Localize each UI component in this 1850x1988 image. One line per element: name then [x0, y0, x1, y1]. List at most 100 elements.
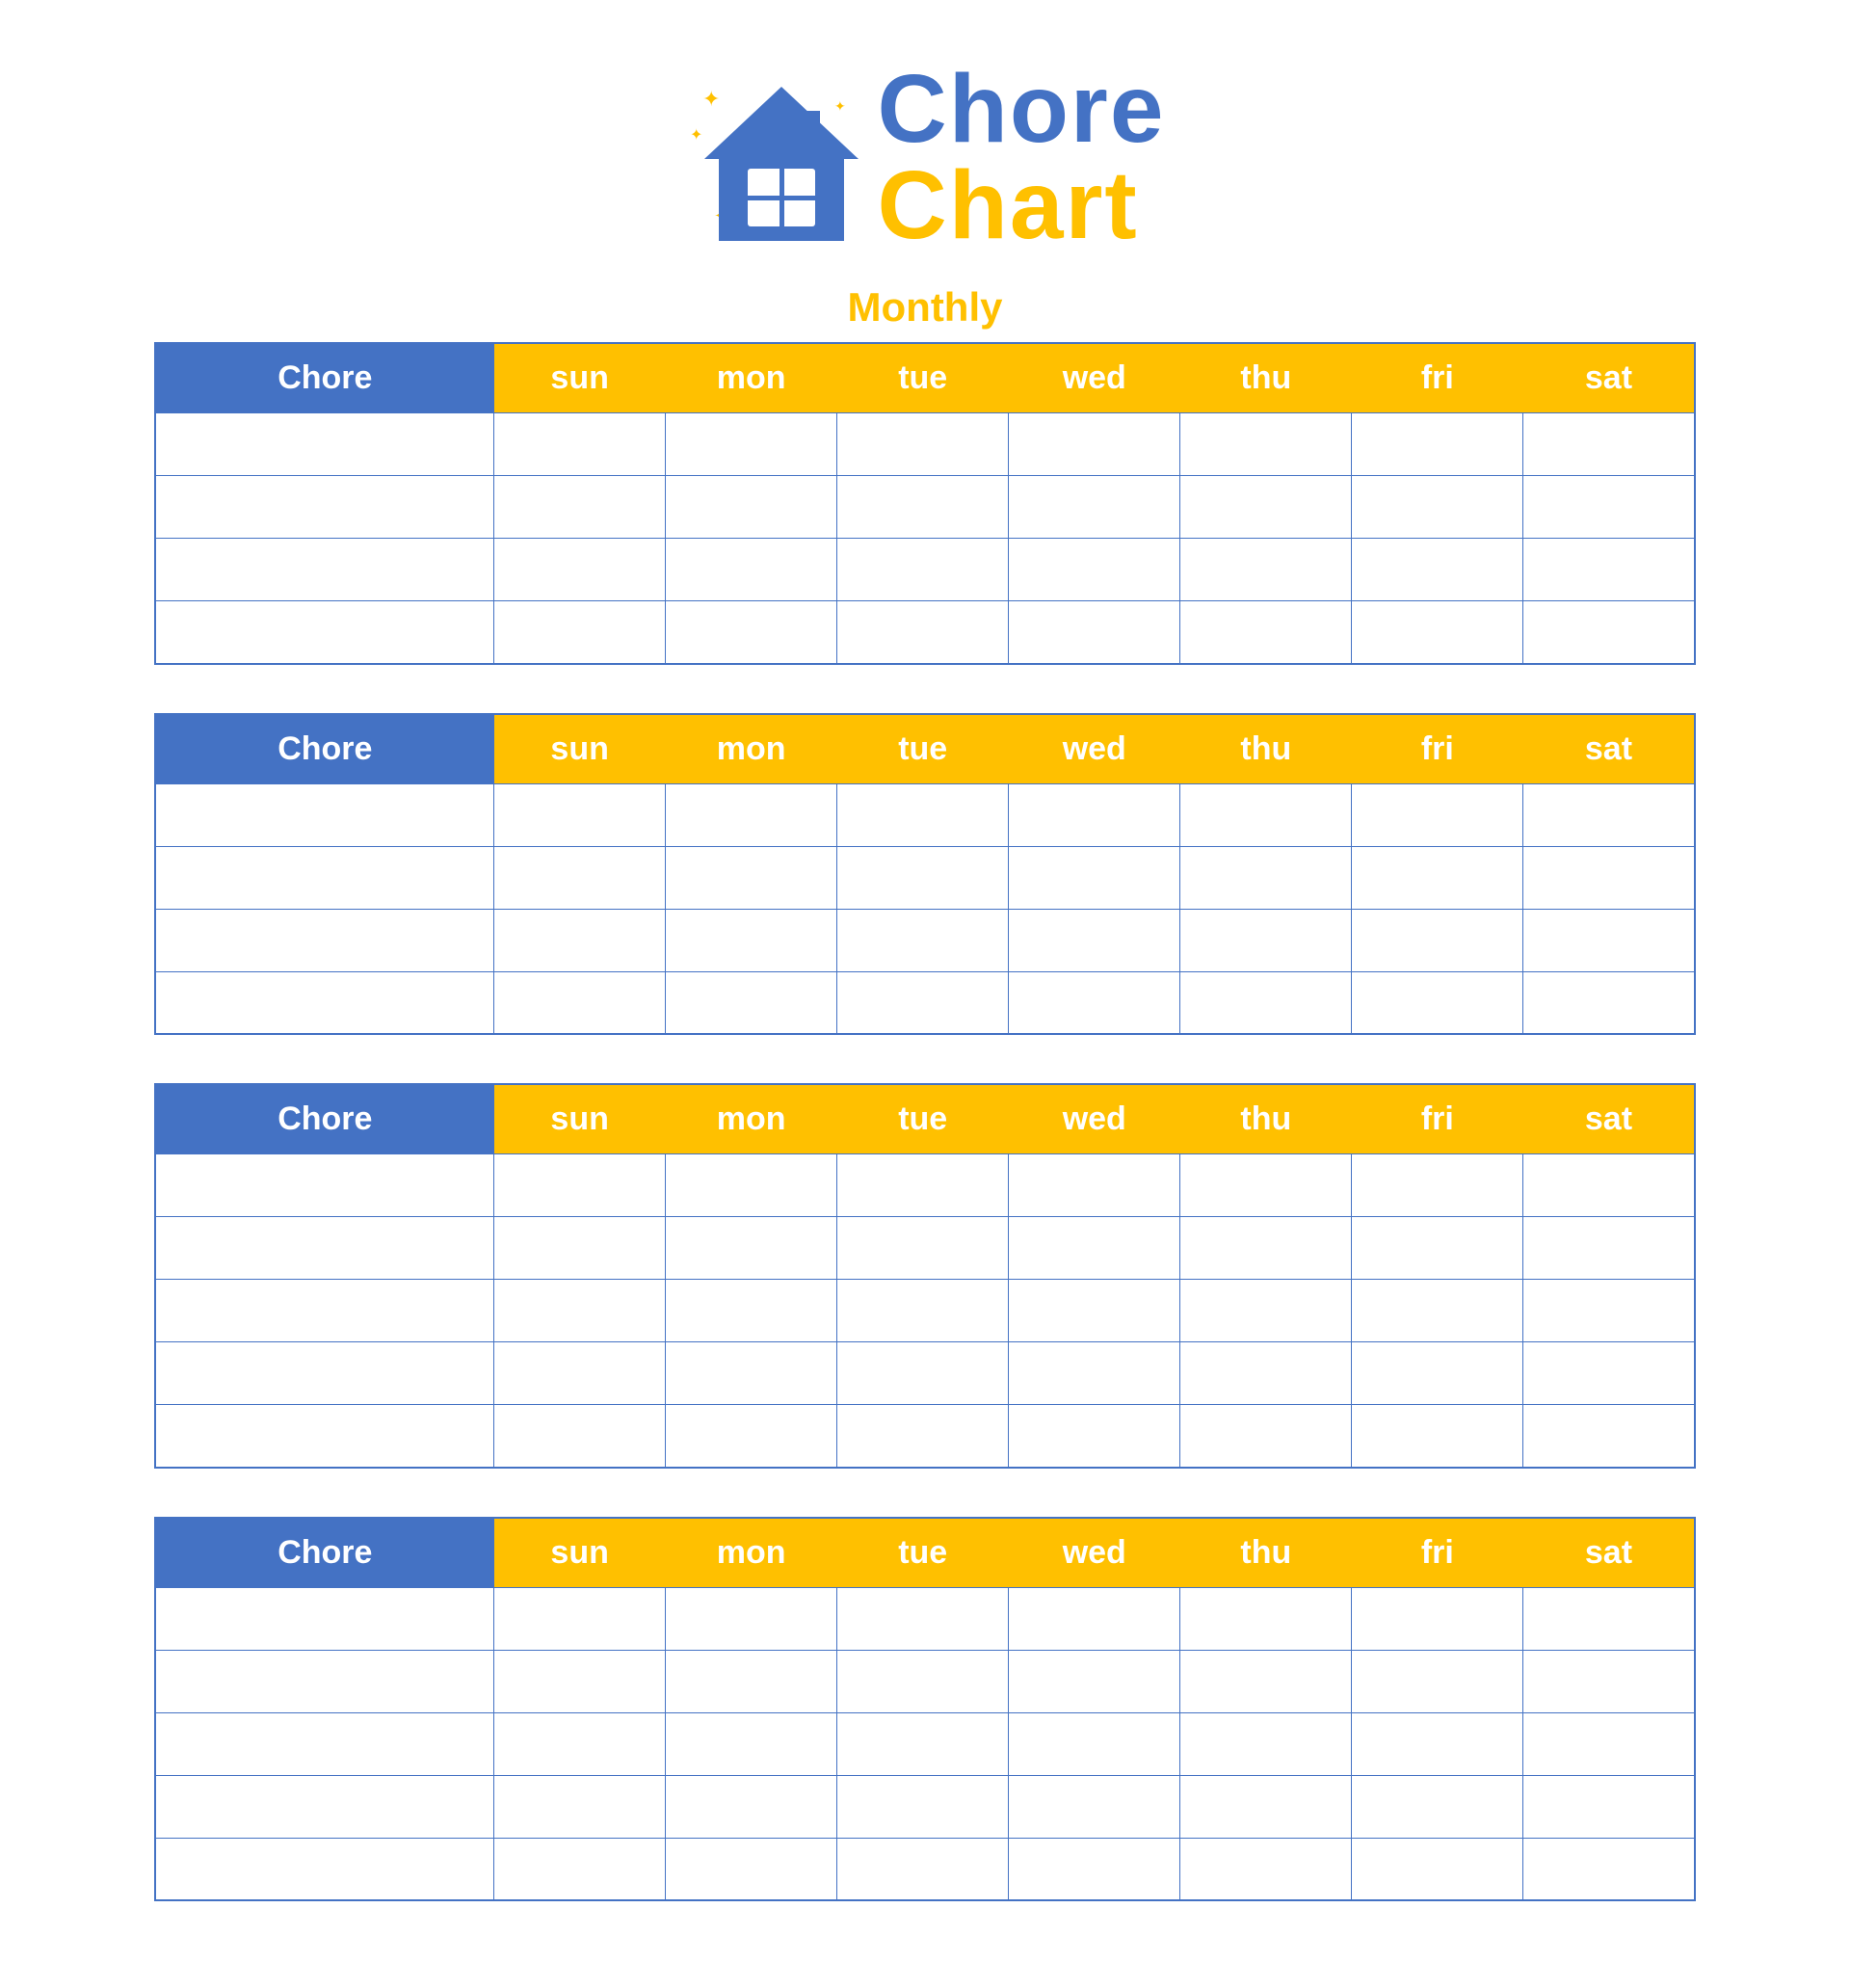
- mon-cell[interactable]: [666, 1587, 837, 1650]
- sun-cell[interactable]: [494, 601, 666, 664]
- tue-cell[interactable]: [837, 1217, 1009, 1280]
- mon-cell[interactable]: [666, 1154, 837, 1217]
- wed-cell[interactable]: [1009, 909, 1180, 971]
- sat-cell[interactable]: [1523, 1587, 1695, 1650]
- tue-cell[interactable]: [837, 783, 1009, 846]
- sat-cell[interactable]: [1523, 1342, 1695, 1405]
- mon-cell[interactable]: [666, 601, 837, 664]
- sat-cell[interactable]: [1523, 539, 1695, 601]
- fri-cell[interactable]: [1352, 783, 1523, 846]
- sat-cell[interactable]: [1523, 971, 1695, 1034]
- wed-cell[interactable]: [1009, 1280, 1180, 1342]
- tue-cell[interactable]: [837, 1154, 1009, 1217]
- wed-cell[interactable]: [1009, 1217, 1180, 1280]
- sun-cell[interactable]: [494, 1342, 666, 1405]
- mon-cell[interactable]: [666, 1838, 837, 1900]
- fri-cell[interactable]: [1352, 1280, 1523, 1342]
- chore-cell[interactable]: [155, 1712, 494, 1775]
- fri-cell[interactable]: [1352, 1154, 1523, 1217]
- fri-cell[interactable]: [1352, 1587, 1523, 1650]
- thu-cell[interactable]: [1180, 909, 1352, 971]
- mon-cell[interactable]: [666, 1342, 837, 1405]
- wed-cell[interactable]: [1009, 1587, 1180, 1650]
- sun-cell[interactable]: [494, 1838, 666, 1900]
- sat-cell[interactable]: [1523, 909, 1695, 971]
- tue-cell[interactable]: [837, 1280, 1009, 1342]
- mon-cell[interactable]: [666, 539, 837, 601]
- mon-cell[interactable]: [666, 413, 837, 476]
- thu-cell[interactable]: [1180, 1342, 1352, 1405]
- tue-cell[interactable]: [837, 846, 1009, 909]
- sat-cell[interactable]: [1523, 1154, 1695, 1217]
- sat-cell[interactable]: [1523, 476, 1695, 539]
- thu-cell[interactable]: [1180, 1280, 1352, 1342]
- chore-cell[interactable]: [155, 413, 494, 476]
- fri-cell[interactable]: [1352, 476, 1523, 539]
- tue-cell[interactable]: [837, 413, 1009, 476]
- tue-cell[interactable]: [837, 1838, 1009, 1900]
- wed-cell[interactable]: [1009, 1838, 1180, 1900]
- sun-cell[interactable]: [494, 971, 666, 1034]
- fri-cell[interactable]: [1352, 539, 1523, 601]
- sun-cell[interactable]: [494, 476, 666, 539]
- wed-cell[interactable]: [1009, 601, 1180, 664]
- thu-cell[interactable]: [1180, 476, 1352, 539]
- fri-cell[interactable]: [1352, 971, 1523, 1034]
- tue-cell[interactable]: [837, 1587, 1009, 1650]
- sat-cell[interactable]: [1523, 1217, 1695, 1280]
- tue-cell[interactable]: [837, 539, 1009, 601]
- sun-cell[interactable]: [494, 909, 666, 971]
- sat-cell[interactable]: [1523, 601, 1695, 664]
- tue-cell[interactable]: [837, 971, 1009, 1034]
- mon-cell[interactable]: [666, 846, 837, 909]
- thu-cell[interactable]: [1180, 846, 1352, 909]
- wed-cell[interactable]: [1009, 971, 1180, 1034]
- thu-cell[interactable]: [1180, 413, 1352, 476]
- chore-cell[interactable]: [155, 1775, 494, 1838]
- sat-cell[interactable]: [1523, 1712, 1695, 1775]
- chore-cell[interactable]: [155, 846, 494, 909]
- thu-cell[interactable]: [1180, 1154, 1352, 1217]
- tue-cell[interactable]: [837, 1650, 1009, 1712]
- wed-cell[interactable]: [1009, 1154, 1180, 1217]
- chore-cell[interactable]: [155, 1217, 494, 1280]
- sun-cell[interactable]: [494, 539, 666, 601]
- thu-cell[interactable]: [1180, 539, 1352, 601]
- chore-cell[interactable]: [155, 1280, 494, 1342]
- sat-cell[interactable]: [1523, 1775, 1695, 1838]
- mon-cell[interactable]: [666, 1405, 837, 1468]
- sun-cell[interactable]: [494, 1405, 666, 1468]
- mon-cell[interactable]: [666, 1775, 837, 1838]
- fri-cell[interactable]: [1352, 1405, 1523, 1468]
- sun-cell[interactable]: [494, 413, 666, 476]
- sun-cell[interactable]: [494, 1154, 666, 1217]
- fri-cell[interactable]: [1352, 1775, 1523, 1838]
- mon-cell[interactable]: [666, 971, 837, 1034]
- tue-cell[interactable]: [837, 1405, 1009, 1468]
- chore-cell[interactable]: [155, 971, 494, 1034]
- sun-cell[interactable]: [494, 1217, 666, 1280]
- thu-cell[interactable]: [1180, 1217, 1352, 1280]
- sat-cell[interactable]: [1523, 783, 1695, 846]
- sun-cell[interactable]: [494, 1650, 666, 1712]
- mon-cell[interactable]: [666, 1280, 837, 1342]
- tue-cell[interactable]: [837, 476, 1009, 539]
- sat-cell[interactable]: [1523, 1405, 1695, 1468]
- mon-cell[interactable]: [666, 476, 837, 539]
- thu-cell[interactable]: [1180, 1405, 1352, 1468]
- thu-cell[interactable]: [1180, 1712, 1352, 1775]
- thu-cell[interactable]: [1180, 1587, 1352, 1650]
- thu-cell[interactable]: [1180, 1775, 1352, 1838]
- wed-cell[interactable]: [1009, 476, 1180, 539]
- sat-cell[interactable]: [1523, 1280, 1695, 1342]
- thu-cell[interactable]: [1180, 783, 1352, 846]
- sun-cell[interactable]: [494, 1775, 666, 1838]
- chore-cell[interactable]: [155, 1154, 494, 1217]
- wed-cell[interactable]: [1009, 846, 1180, 909]
- mon-cell[interactable]: [666, 783, 837, 846]
- thu-cell[interactable]: [1180, 601, 1352, 664]
- tue-cell[interactable]: [837, 601, 1009, 664]
- fri-cell[interactable]: [1352, 1838, 1523, 1900]
- fri-cell[interactable]: [1352, 1342, 1523, 1405]
- tue-cell[interactable]: [837, 1775, 1009, 1838]
